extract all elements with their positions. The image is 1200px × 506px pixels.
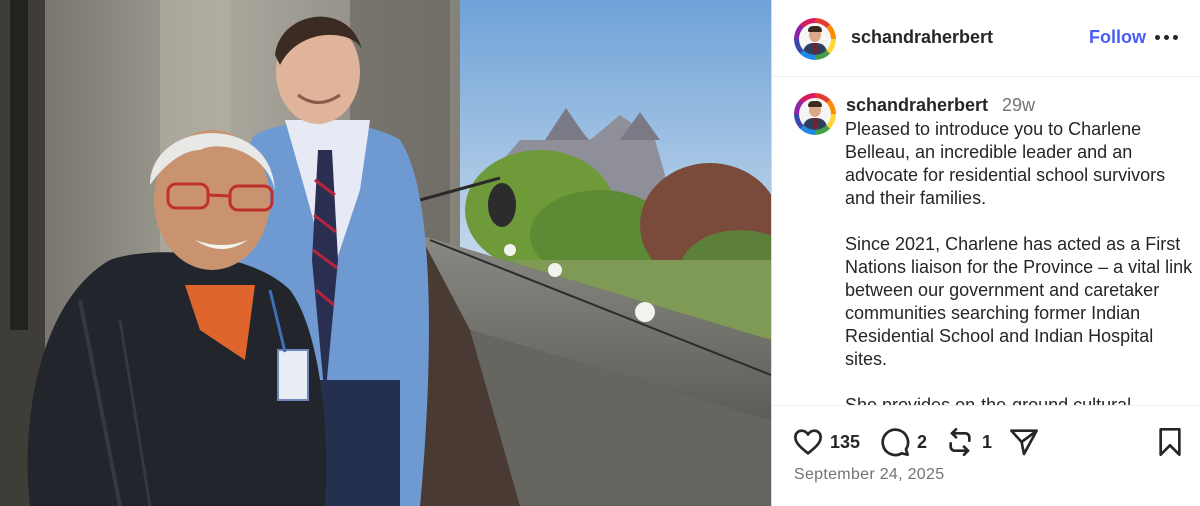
post-header: schandraherbert Follow: [772, 0, 1200, 77]
like-count: 135: [830, 431, 861, 452]
post-photo-image: [0, 0, 771, 506]
action-bar: 135 2 1 September 24, 2025: [772, 405, 1200, 506]
like-button[interactable]: 135: [792, 426, 860, 458]
caption-username[interactable]: schandraherbert: [846, 95, 988, 116]
save-button[interactable]: [1156, 426, 1184, 458]
bookmark-icon: [1159, 428, 1181, 456]
header-username[interactable]: schandraherbert: [851, 27, 993, 48]
profile-avatar[interactable]: [794, 18, 836, 60]
heart-icon: [794, 429, 822, 455]
comment-icon: [881, 428, 910, 457]
share-button[interactable]: [1008, 426, 1040, 458]
send-icon: [1010, 429, 1038, 456]
repost-count: 1: [982, 431, 993, 452]
repost-icon: [949, 428, 971, 456]
caption-section: schandraherbert 29w Pleased to introduce…: [772, 78, 1200, 405]
follow-button[interactable]: Follow: [1089, 27, 1146, 48]
caption-text: Pleased to introduce you to Charlene Bel…: [845, 119, 1193, 405]
post-sidebar: schandraherbert Follow schandraherbert 2…: [771, 0, 1200, 506]
repost-button[interactable]: 1: [944, 426, 992, 458]
comment-count: 2: [917, 431, 928, 452]
caption-avatar[interactable]: [794, 93, 836, 135]
post-photo[interactable]: [0, 0, 771, 506]
post-date[interactable]: September 24, 2025: [794, 466, 944, 484]
post-time-ago[interactable]: 29w: [1002, 95, 1035, 116]
comment-button[interactable]: 2: [879, 426, 927, 458]
more-horizontal-icon[interactable]: [1155, 35, 1179, 41]
